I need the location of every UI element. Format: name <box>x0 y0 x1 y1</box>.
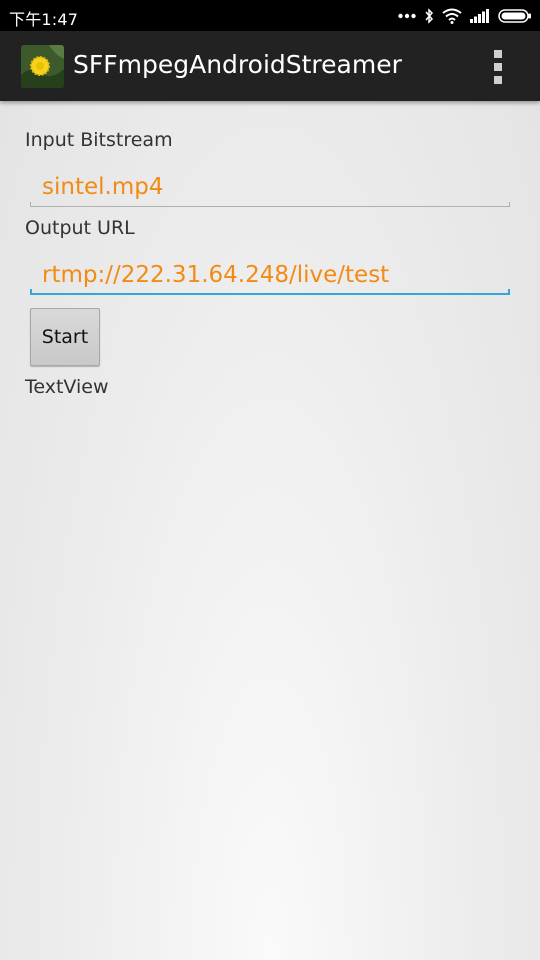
input-bitstream-label: Input Bitstream <box>25 129 173 151</box>
status-icons <box>398 5 532 27</box>
menu-dot <box>494 63 502 71</box>
signal-icon <box>470 9 490 23</box>
app-title: SFFmpegAndroidStreamer <box>73 50 402 79</box>
menu-dot <box>494 50 502 58</box>
bluetooth-icon <box>424 8 434 24</box>
status-bar: 下午1:47 <box>0 0 540 31</box>
field-underline-focused <box>30 289 510 295</box>
app-icon[interactable] <box>21 45 64 88</box>
input-bitstream-input[interactable] <box>30 167 510 207</box>
status-time: 下午1:47 <box>9 10 79 29</box>
wifi-icon <box>442 8 462 24</box>
start-button[interactable]: Start <box>30 308 100 366</box>
overflow-menu-icon[interactable] <box>490 50 506 84</box>
output-url-label: Output URL <box>25 217 135 239</box>
input-bitstream-field[interactable] <box>30 167 510 207</box>
action-bar: SFFmpegAndroidStreamer <box>0 31 540 101</box>
battery-icon <box>498 9 532 23</box>
output-url-input[interactable] <box>30 255 510 295</box>
output-url-field[interactable] <box>30 255 510 295</box>
field-underline <box>30 202 510 207</box>
menu-dot <box>494 76 502 84</box>
more-dots-icon <box>398 13 416 19</box>
text-view: TextView <box>25 376 109 398</box>
